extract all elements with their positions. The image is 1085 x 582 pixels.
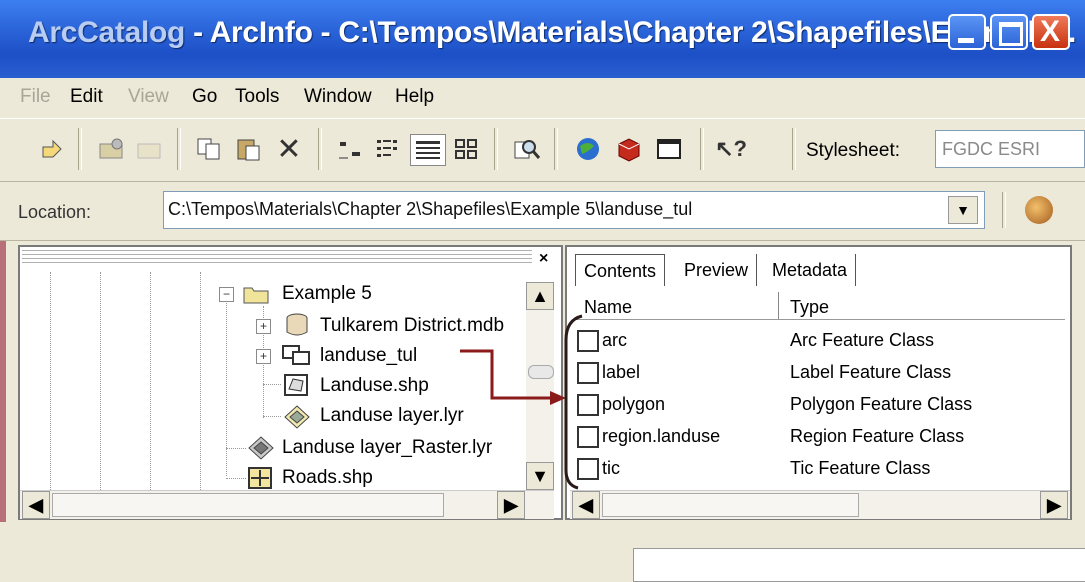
annotation-arrow (460, 314, 583, 490)
